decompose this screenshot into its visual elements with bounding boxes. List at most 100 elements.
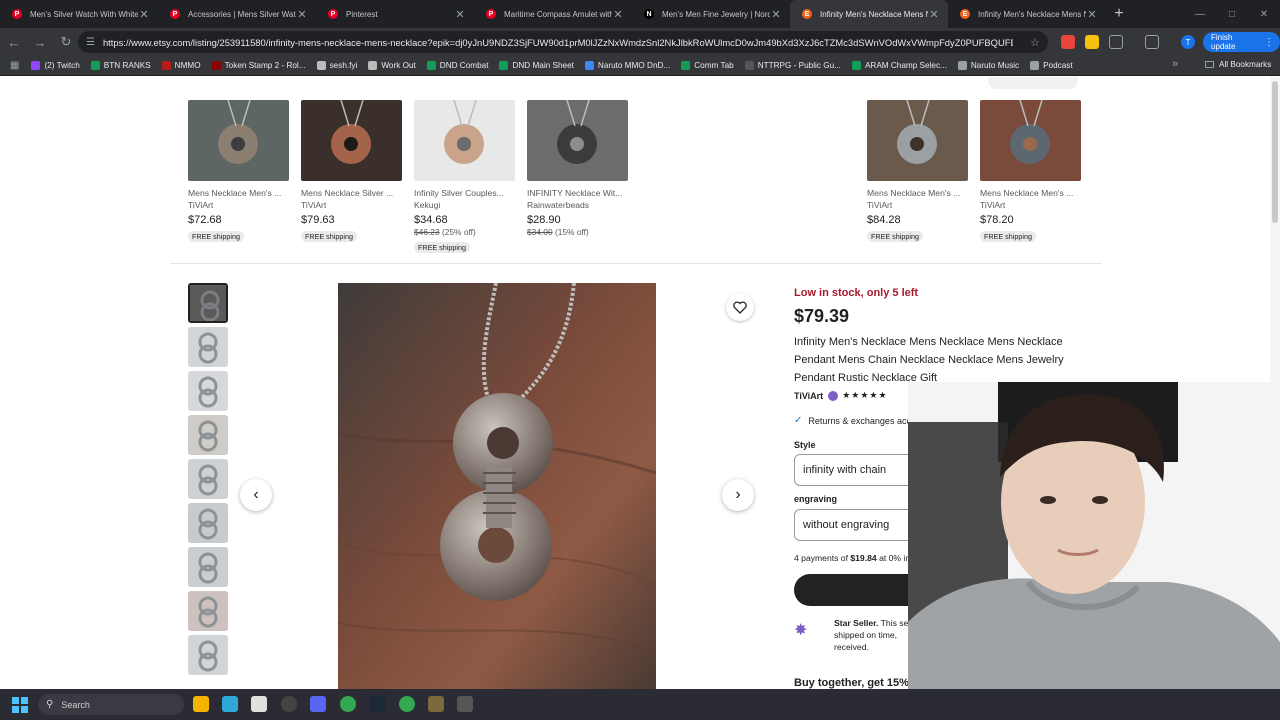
profile-avatar[interactable]: T xyxy=(1181,35,1195,49)
similar-item-image[interactable] xyxy=(188,100,289,181)
new-tab-button[interactable]: + xyxy=(1106,0,1132,28)
similar-item-title[interactable]: Mens Necklace Men's ... xyxy=(980,188,1082,198)
menu-dots-icon[interactable]: ⋮ xyxy=(1264,37,1274,48)
bookmark-item[interactable]: Naruto Music xyxy=(957,61,1019,70)
gallery-thumbnail[interactable] xyxy=(188,459,228,499)
app-icon[interactable] xyxy=(222,696,238,712)
bookmark-item[interactable]: Comm Tab xyxy=(681,61,734,70)
similar-item-title[interactable]: Mens Necklace Men's ... xyxy=(188,188,290,198)
file-explorer-icon[interactable] xyxy=(193,696,209,712)
similar-item-image[interactable] xyxy=(980,100,1081,181)
bookmark-item[interactable]: BTN RANKS xyxy=(90,61,151,70)
obs-icon[interactable] xyxy=(281,696,297,712)
bookmark-label: Podcast xyxy=(1043,61,1073,70)
similar-item-title[interactable]: Mens Necklace Silver ... xyxy=(301,188,403,198)
gallery-thumbnail[interactable] xyxy=(188,371,228,411)
extension-icon[interactable] xyxy=(1061,35,1075,49)
close-tab-icon[interactable]: ✕ xyxy=(612,8,624,21)
gallery-thumbnail[interactable] xyxy=(188,283,228,323)
bookmark-item[interactable]: Token Stamp 2 - Rol... xyxy=(211,61,306,70)
media-control-icon[interactable] xyxy=(1145,35,1159,49)
listing-title: Infinity Men's Necklace Mens Necklace Me… xyxy=(794,336,1064,384)
favorite-button[interactable] xyxy=(726,293,754,321)
close-tab-icon[interactable]: ✕ xyxy=(454,8,466,21)
all-bookmarks-button[interactable]: All Bookmarks xyxy=(1205,60,1271,69)
app-icon[interactable] xyxy=(251,696,267,712)
bookmark-item[interactable]: Podcast xyxy=(1030,61,1073,70)
similar-item-card[interactable]: Mens Necklace Men's ... TiViArt $72.68 FREE… xyxy=(188,100,290,244)
similar-item-image[interactable] xyxy=(527,100,628,181)
apps-grid-icon[interactable]: ▦ xyxy=(10,60,19,71)
bookmark-item[interactable]: ARAM Champ Selec... xyxy=(851,61,947,70)
app-icon[interactable] xyxy=(457,696,473,712)
gallery-thumbnail[interactable] xyxy=(188,591,228,631)
similar-item-title[interactable]: INFINITY Necklace Wit... xyxy=(527,188,629,198)
forward-icon[interactable]: → xyxy=(28,30,52,54)
rating-stars[interactable]: ★★★★★ xyxy=(842,390,887,401)
gallery-thumbnail[interactable] xyxy=(188,415,228,455)
browser-tab[interactable]: P Pinterest ✕ xyxy=(316,0,474,28)
taskbar-search[interactable]: ⚲ Search xyxy=(38,694,184,715)
close-tab-icon[interactable]: ✕ xyxy=(296,8,308,21)
similar-item-card[interactable]: Mens Necklace Men's ... TiViArt $84.28 FREE… xyxy=(867,100,969,244)
tab-title: Accessories | Mens Silver Watch xyxy=(188,9,296,19)
gallery-next-button[interactable]: › xyxy=(722,479,754,511)
reload-icon[interactable]: ↻ xyxy=(54,30,78,54)
address-bar[interactable]: ☰ https://www.etsy.com/listing/253911580… xyxy=(78,31,1048,53)
browser-tab[interactable]: P Accessories | Mens Silver Watch ✕ xyxy=(158,0,316,28)
site-info-icon[interactable]: ☰ xyxy=(86,37,95,48)
scrollbar-thumb[interactable] xyxy=(1272,81,1278,223)
bookmark-item[interactable]: DND Combat xyxy=(426,61,488,70)
bookmark-item[interactable]: NTTRPG - Public Gu... xyxy=(744,61,841,70)
browser-tab[interactable]: E Infinity Men's Necklace Mens N ✕ xyxy=(948,0,1106,28)
bookmark-item[interactable]: NMMO xyxy=(161,61,201,70)
close-tab-icon[interactable]: ✕ xyxy=(138,8,150,21)
bookmarks-overflow-icon[interactable]: » xyxy=(1172,58,1178,70)
pinterest-icon: P xyxy=(12,9,22,19)
bookmark-item[interactable]: (2) Twitch xyxy=(31,61,80,70)
gallery-thumbnail[interactable] xyxy=(188,635,228,675)
discord-icon[interactable] xyxy=(310,696,326,712)
minimize-icon[interactable]: — xyxy=(1184,0,1216,28)
close-tab-icon[interactable]: ✕ xyxy=(928,8,940,21)
gallery-thumbnail[interactable] xyxy=(188,547,228,587)
chrome-icon[interactable] xyxy=(399,696,415,712)
similar-item-title[interactable]: Mens Necklace Men's ... xyxy=(867,188,969,198)
browser-tab[interactable]: E Infinity Men's Necklace Mens N ✕ xyxy=(790,0,948,28)
gallery-prev-button[interactable]: ‹ xyxy=(240,479,272,511)
bookmark-star-icon[interactable]: ☆ xyxy=(1030,36,1040,49)
bookmark-item[interactable]: DND Main Sheet xyxy=(499,61,574,70)
extension-icon[interactable] xyxy=(1085,35,1099,49)
similar-item-image[interactable] xyxy=(414,100,515,181)
similar-item-card[interactable]: Infinity Silver Couples... Kekugi $34.68 $4… xyxy=(414,100,516,255)
close-window-icon[interactable]: ✕ xyxy=(1248,0,1280,28)
similar-item-card[interactable]: Mens Necklace Men's ... TiViArt $78.20 FREE… xyxy=(980,100,1082,244)
similar-item-image[interactable] xyxy=(867,100,968,181)
browser-tab[interactable]: N Men's Men Fine Jewelry | Nordstr ✕ xyxy=(632,0,790,28)
similar-item-card[interactable]: INFINITY Necklace Wit... Rainwaterbeads $2… xyxy=(527,100,629,237)
finish-update-button[interactable]: Finish update ⋮ xyxy=(1203,32,1280,52)
extensions-puzzle-icon[interactable] xyxy=(1109,35,1123,49)
close-tab-icon[interactable]: ✕ xyxy=(1086,8,1098,21)
steam-icon[interactable] xyxy=(369,696,385,712)
similar-items-button[interactable] xyxy=(988,77,1078,89)
close-tab-icon[interactable]: ✕ xyxy=(770,8,782,21)
maximize-icon[interactable]: □ xyxy=(1216,0,1248,28)
shop-name-link[interactable]: TiViArt xyxy=(794,391,823,401)
nordstrom-icon: N xyxy=(644,9,654,19)
browser-tab[interactable]: P Men's Silver Watch With White ✕ xyxy=(0,0,158,28)
app-icon[interactable] xyxy=(428,696,444,712)
browser-tab[interactable]: P Maritime Compass Amulet with ✕ xyxy=(474,0,632,28)
chrome-icon[interactable] xyxy=(340,696,356,712)
bookmark-item[interactable]: Work Out xyxy=(368,61,416,70)
windows-start-icon[interactable] xyxy=(12,696,28,713)
bookmark-item[interactable]: sesh.fyi xyxy=(316,61,357,70)
bookmark-item[interactable]: Naruto MMO DnD... xyxy=(584,61,671,70)
similar-item-image[interactable] xyxy=(301,100,402,181)
bookmark-label: Naruto MMO DnD... xyxy=(597,61,671,70)
similar-item-title[interactable]: Infinity Silver Couples... xyxy=(414,188,516,198)
gallery-thumbnail[interactable] xyxy=(188,327,228,367)
back-icon[interactable]: ← xyxy=(2,30,26,54)
gallery-thumbnail[interactable] xyxy=(188,503,228,543)
similar-item-card[interactable]: Mens Necklace Silver ... TiViArt $79.63 FRE… xyxy=(301,100,403,244)
